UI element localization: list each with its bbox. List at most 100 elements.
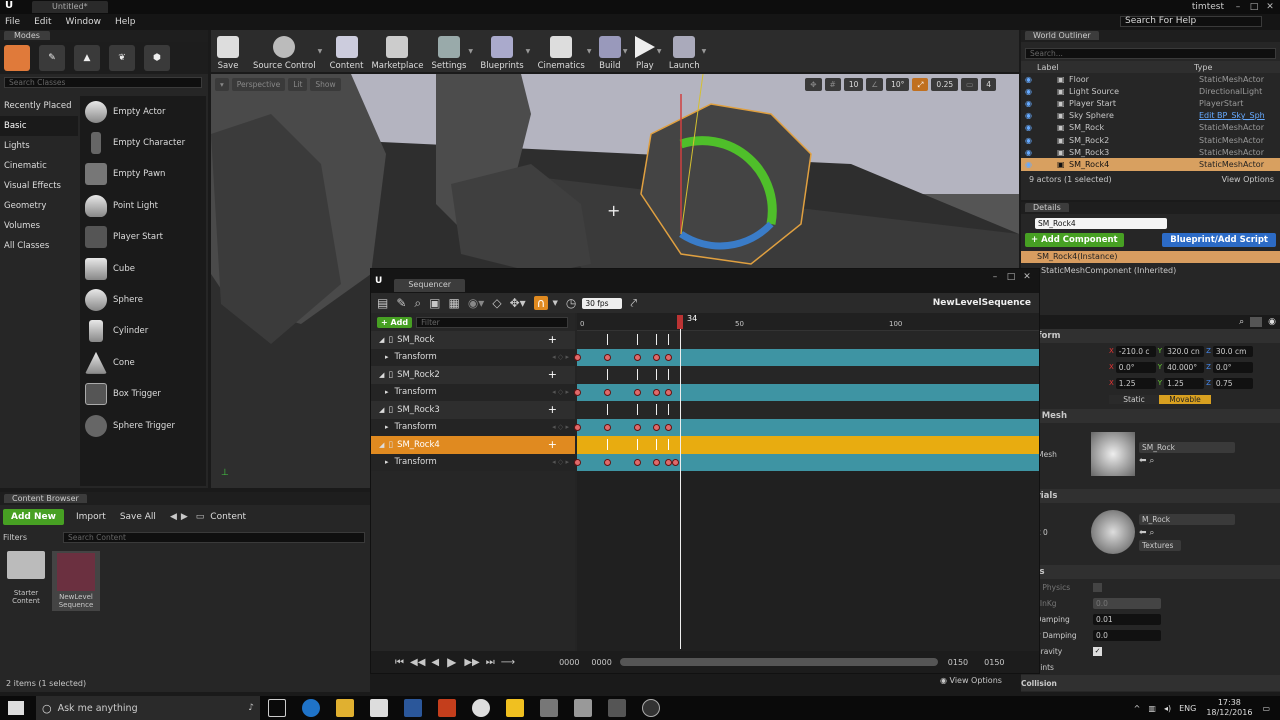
expand-arrow-icon[interactable]: ◢: [379, 336, 384, 344]
mesh-thumbnail[interactable]: [1091, 432, 1135, 476]
render-movie-icon[interactable]: ▦: [448, 296, 459, 310]
source-control-button[interactable]: Source Control: [253, 31, 316, 71]
details-search-icon[interactable]: ⌕: [1239, 317, 1244, 327]
play-reverse-icon[interactable]: ◀: [431, 657, 439, 668]
scale-snap-value[interactable]: 0.25: [931, 78, 959, 91]
outliner-row[interactable]: ◉ ▣ SM_Rock StaticMeshActor: [1021, 122, 1280, 134]
actor-sphere-trigger[interactable]: Sphere Trigger: [80, 410, 206, 441]
expand-arrow-icon[interactable]: ▸: [385, 423, 389, 431]
notes-icon[interactable]: [506, 699, 524, 717]
menu-edit[interactable]: Edit: [34, 17, 51, 27]
visibility-eye-icon[interactable]: ◉: [1025, 160, 1035, 169]
actor-section-bar[interactable]: [577, 401, 1039, 419]
track-filter[interactable]: Filter: [416, 316, 569, 328]
source-control-dropdown[interactable]: ▼: [318, 48, 326, 55]
blueprint-add-script-button[interactable]: Blueprint/Add Script: [1162, 233, 1276, 247]
actor-section-bar[interactable]: [577, 331, 1039, 349]
settings-dropdown[interactable]: ▼: [468, 48, 476, 55]
mass-field[interactable]: 0.0: [1093, 597, 1161, 609]
expand-arrow-icon[interactable]: ▸: [385, 353, 389, 361]
classes-search[interactable]: Search Classes: [4, 77, 202, 88]
key-nav-icon[interactable]: ◂ ◇ ▸: [552, 353, 569, 361]
transform-section-bar[interactable]: [574, 383, 1039, 401]
outliner-col-label[interactable]: Label: [1037, 63, 1194, 72]
section-static-mesh[interactable]: atic Mesh: [1021, 409, 1280, 423]
save-as-icon[interactable]: ✎: [396, 296, 406, 310]
instance-row[interactable]: SM_Rock4(Instance): [1021, 251, 1280, 263]
scale-x[interactable]: 1.25: [1115, 377, 1156, 389]
track-1[interactable]: ◢ ▯ SM_Rock2 +: [371, 366, 575, 384]
add-track-button[interactable]: + Add: [377, 316, 413, 328]
keyframe[interactable]: [653, 388, 660, 396]
outliner-row[interactable]: ◉ ▣ Player Start PlayerStart: [1021, 97, 1280, 109]
scale-snap-icon[interactable]: ⤢: [912, 78, 929, 91]
outliner-row[interactable]: ◉ ▣ SM_Rock4 StaticMeshActor: [1021, 158, 1280, 171]
actor-section-bar[interactable]: [577, 366, 1039, 384]
content-path[interactable]: Content: [210, 512, 246, 522]
key-nav-icon[interactable]: ◂ ◇ ▸: [552, 458, 569, 466]
add-subtrack-icon[interactable]: +: [548, 438, 557, 451]
key-nav-icon[interactable]: ◂ ◇ ▸: [552, 423, 569, 431]
visibility-eye-icon[interactable]: ◉: [1025, 75, 1035, 84]
range-end[interactable]: 0150: [984, 658, 1004, 667]
constraints-row[interactable]: nstraints: [1021, 659, 1280, 675]
actor-empty-actor[interactable]: Empty Actor: [80, 96, 206, 127]
save-icon[interactable]: ▤: [377, 296, 388, 310]
expand-arrow-icon[interactable]: ◢: [379, 371, 384, 379]
transform-icon[interactable]: ✥: [805, 78, 822, 91]
import-button[interactable]: Import: [76, 512, 106, 522]
section-physics[interactable]: ysics: [1021, 565, 1280, 579]
browse-icon[interactable]: ⌕: [1149, 528, 1154, 538]
keyframe[interactable]: [604, 388, 611, 396]
actor-player-start[interactable]: Player Start: [80, 222, 206, 253]
angular-damping-field[interactable]: 0.0: [1093, 629, 1161, 641]
edge-icon[interactable]: [302, 699, 320, 717]
close-button[interactable]: ✕: [1019, 271, 1035, 283]
outliner-col-type[interactable]: Type: [1194, 63, 1212, 72]
keyframe[interactable]: [653, 353, 660, 361]
microphone-icon[interactable]: ♪: [248, 703, 254, 713]
actor-cylinder[interactable]: Cylinder: [80, 316, 206, 347]
cat-lights[interactable]: Lights: [0, 136, 78, 156]
close-button[interactable]: ✕: [1262, 1, 1278, 13]
build-dropdown[interactable]: ▼: [623, 48, 631, 55]
eye-icon[interactable]: ◉▾: [468, 296, 485, 310]
play-button[interactable]: Play: [634, 31, 655, 71]
visibility-eye-icon[interactable]: ◉: [1025, 148, 1035, 157]
add-subtrack-icon[interactable]: +: [548, 403, 557, 416]
keyframe[interactable]: [574, 388, 581, 396]
transform-icon[interactable]: ✥▾: [510, 296, 526, 310]
task-view-icon[interactable]: [268, 699, 286, 717]
content-button[interactable]: Content: [330, 31, 363, 71]
playhead-handle[interactable]: [677, 315, 683, 329]
track-2[interactable]: ◢ ▯ SM_Rock3 +: [371, 401, 575, 419]
add-subtrack-icon[interactable]: +: [548, 368, 557, 381]
details-eye-icon[interactable]: ◉: [1268, 317, 1276, 327]
camera-speed-icon[interactable]: ▭: [961, 78, 979, 91]
details-grid-icon[interactable]: [1250, 317, 1263, 327]
help-search[interactable]: Search For Help: [1120, 16, 1262, 27]
keyframe[interactable]: [574, 458, 581, 466]
clock-icon[interactable]: ◷: [566, 296, 576, 310]
mobility-movable[interactable]: Movable: [1159, 394, 1211, 404]
cat-basic[interactable]: Basic: [0, 116, 78, 136]
curve-editor-icon[interactable]: ⤤: [630, 296, 637, 311]
content-search[interactable]: Search Content: [63, 531, 365, 543]
cat-cinematic[interactable]: Cinematic: [0, 156, 78, 176]
minimize-button[interactable]: –: [987, 271, 1003, 283]
material-dropdown[interactable]: M_Rock: [1139, 513, 1235, 525]
calculator-icon[interactable]: [574, 699, 592, 717]
outliner-tab[interactable]: World Outliner: [1025, 31, 1099, 40]
settings-button[interactable]: Settings: [432, 31, 466, 71]
mesh-dropdown[interactable]: SM_Rock: [1139, 442, 1235, 453]
add-subtrack-icon[interactable]: +: [548, 333, 557, 346]
app-icon[interactable]: [472, 699, 490, 717]
network-icon[interactable]: ▥: [1148, 704, 1156, 713]
view-options-button[interactable]: ◉ View Options: [940, 676, 1002, 685]
maximize-button[interactable]: □: [1246, 1, 1262, 13]
expand-arrow-icon[interactable]: ▸: [385, 458, 389, 466]
tray-up-icon[interactable]: ^: [1134, 704, 1141, 713]
actor-name-field[interactable]: SM_Rock4: [1035, 218, 1167, 229]
view-end[interactable]: 0150: [948, 658, 968, 667]
rotation-snap-icon[interactable]: ∠: [866, 78, 884, 91]
